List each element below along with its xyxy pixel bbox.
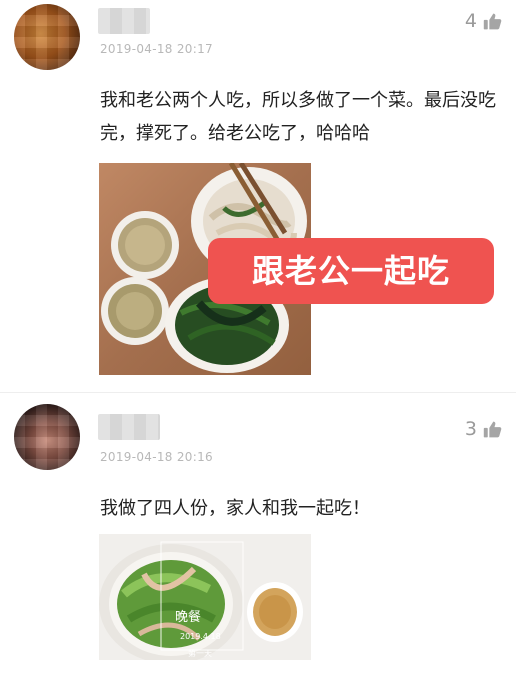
username-blurred[interactable] bbox=[98, 414, 160, 440]
comment-divider bbox=[0, 392, 516, 393]
username-blurred[interactable] bbox=[98, 8, 150, 34]
thumbs-up-icon bbox=[483, 13, 502, 29]
comment-item: 2019-04-18 20:17 4 我和老公两个人吃，所以多做了一个菜。最后没… bbox=[0, 0, 516, 392]
comment-time: 2019-04-18 20:17 bbox=[100, 42, 213, 56]
photo-stamp-day: 第一天 bbox=[188, 649, 212, 658]
like-count: 4 bbox=[464, 10, 477, 32]
comment-item: 2019-04-18 20:16 3 我做了四人份，家人和我一起吃！ 晚餐 20… bbox=[0, 396, 516, 674]
photo-stamp-date: 2019.4.18 bbox=[180, 632, 221, 641]
comment-time: 2019-04-18 20:16 bbox=[100, 450, 213, 464]
like-button[interactable]: 3 bbox=[465, 418, 502, 440]
comment-text: 我做了四人份，家人和我一起吃！ bbox=[100, 498, 370, 519]
photo-stamp-title: 晚餐 bbox=[175, 610, 202, 625]
like-button[interactable]: 4 bbox=[465, 10, 502, 32]
photo-caption: 跟老公一起吃 bbox=[208, 238, 494, 304]
avatar[interactable] bbox=[14, 404, 80, 470]
avatar[interactable] bbox=[14, 4, 80, 70]
comment-photo[interactable] bbox=[99, 534, 311, 660]
thumbs-up-icon bbox=[483, 421, 502, 437]
comment-text: 我和老公两个人吃，所以多做了一个菜。最后没吃完，撑死了。给老公吃了，哈哈哈 bbox=[100, 90, 496, 144]
food-photo-image bbox=[99, 534, 311, 660]
like-count: 3 bbox=[464, 418, 477, 440]
